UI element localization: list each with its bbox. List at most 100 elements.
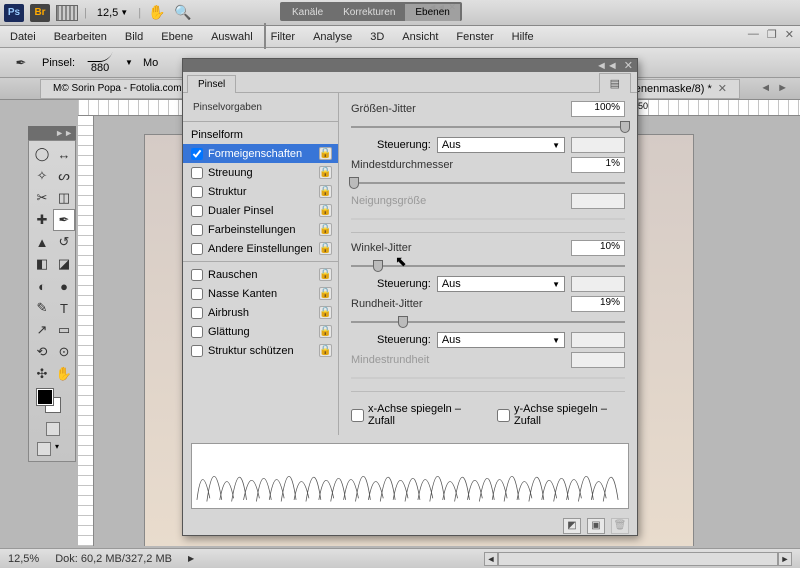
panel-collapse-icon[interactable]: ◄◄ ✕ [428,2,456,13]
round-jitter-value[interactable]: 19% [571,296,625,312]
menu-bearbeiten[interactable]: Bearbeiten [54,31,107,43]
lock-icon[interactable]: 🔒 [319,287,332,300]
color-swatches[interactable] [31,385,75,419]
opt-glaettung[interactable]: Glättung🔒 [183,322,338,341]
round-jitter-slider[interactable] [351,316,625,328]
angle-control-select[interactable]: Aus▼ [437,276,565,292]
type-tool-icon[interactable]: T [53,297,75,319]
opt-andere-einstellungen[interactable]: Andere Einstellungen🔒 [183,239,338,258]
zoom-combo[interactable]: 12,5 ▼ [93,7,132,19]
new-brush-icon[interactable]: ▣ [587,518,605,534]
close-icon[interactable]: ✕ [785,28,794,41]
dodge-tool-icon[interactable]: ◐ [31,275,53,297]
3d-cam-icon[interactable]: ⊙ [53,341,75,363]
toolbox-header[interactable]: ►► [28,126,76,140]
menu-analyse[interactable]: Analyse [313,31,352,43]
opt-rauschen[interactable]: Rauschen🔒 [183,265,338,284]
eraser-tool-icon[interactable]: ◪ [53,253,75,275]
eyedrop-icon[interactable]: ✣ [31,363,53,385]
ruler-vertical[interactable] [78,116,94,546]
opt-airbrush[interactable]: Airbrush🔒 [183,303,338,322]
min-diameter-value[interactable]: 1% [571,157,625,173]
lock-icon[interactable]: 🔒 [319,185,332,198]
lock-icon[interactable]: 🔒 [319,223,332,236]
document-tab-1[interactable]: M© Sorin Popa - Fotolia.com.j [40,79,200,99]
quick-mask[interactable] [31,419,75,439]
mirror-y-checkbox[interactable]: y-Achse spiegeln – Zufall [497,403,625,427]
bridge-icon[interactable]: Br [30,4,50,22]
doc-size-readout[interactable]: Dok: 60,2 MB/327,2 MB [55,553,172,565]
opt-nasse-kanten[interactable]: Nasse Kanten🔒 [183,284,338,303]
history-brush-icon[interactable]: ↺ [53,231,75,253]
photoshop-icon[interactable]: Ps [4,4,24,22]
wand-tool-icon[interactable]: ✧ [31,165,53,187]
brush-panel-header[interactable]: ◄◄ ✕ [183,59,637,72]
tab-next-icon[interactable]: ► [777,82,788,94]
close-icon[interactable]: ✕ [718,82,727,95]
lock-icon[interactable]: 🔒 [319,242,332,255]
3d-tool-icon[interactable]: ⟲ [31,341,53,363]
lock-icon[interactable]: 🔒 [319,166,332,179]
hand-tool-icon[interactable]: ✋ [147,3,167,23]
toggle-preview-icon[interactable]: ◩ [563,518,581,534]
tab-korrekturen[interactable]: Korrekturen [333,4,405,21]
opt-farbeinstellungen[interactable]: Farbeinstellungen🔒 [183,220,338,239]
menu-fenster[interactable]: Fenster [456,31,493,43]
brush-tool-icon[interactable]: ✒ [10,52,32,74]
h-scrollbar[interactable]: ◄► [484,552,792,566]
angle-jitter-slider[interactable] [351,260,625,272]
preset-label[interactable]: Pinselvorgaben [183,97,338,118]
stamp-tool-icon[interactable]: ▲ [31,231,53,253]
chevron-right-icon[interactable]: ▶ [188,554,194,563]
menu-datei[interactable]: Datei [10,31,36,43]
menu-auswahl[interactable]: Auswahl [211,31,253,43]
move-tool-icon[interactable]: ↔ [53,143,75,165]
slice-tool-icon[interactable]: ◫ [53,187,75,209]
brush-preset-picker[interactable]: 880 [85,50,115,76]
size-control-select[interactable]: Aus▼ [437,137,565,153]
mini-bridge-icon[interactable] [56,5,78,21]
tab-kanaele[interactable]: Kanäle [282,4,333,21]
zoom-readout[interactable]: 12,5% [8,553,39,565]
chevron-down-icon[interactable]: ▼ [125,58,133,67]
menu-3d[interactable]: 3D [370,31,384,43]
lock-icon[interactable]: 🔒 [319,306,332,319]
angle-jitter-value[interactable]: 10% [571,240,625,256]
lock-icon[interactable]: 🔒 [319,325,332,338]
crop-tool-icon[interactable]: ✂ [31,187,53,209]
opt-formeigenschaften[interactable]: Formeigenschaften🔒 [183,144,338,163]
size-jitter-slider[interactable] [351,121,625,133]
heal-tool-icon[interactable]: ✚ [31,209,53,231]
close-icon[interactable]: ✕ [624,59,633,72]
lasso-tool-icon[interactable]: ◯ [31,143,53,165]
mirror-x-checkbox[interactable]: x-Achse spiegeln – Zufall [351,403,479,427]
opt-struktur[interactable]: Struktur🔒 [183,182,338,201]
menu-hilfe[interactable]: Hilfe [512,31,534,43]
brush-tip-shape[interactable]: Pinselform [183,125,338,144]
maximize-icon[interactable]: ❐ [767,28,777,41]
panel-collapse-icon[interactable]: ◄◄ [596,60,618,72]
pen-tool-icon[interactable]: ✎ [31,297,53,319]
lock-icon[interactable]: 🔒 [319,147,332,160]
menu-bild[interactable]: Bild [125,31,143,43]
hand-icon[interactable]: ✋ [53,363,75,385]
lock-icon[interactable]: 🔒 [319,268,332,281]
lock-icon[interactable]: 🔒 [319,204,332,217]
menu-ansicht[interactable]: Ansicht [402,31,438,43]
round-control-select[interactable]: Aus▼ [437,332,565,348]
minimize-icon[interactable]: — [748,28,759,41]
brush-tool-icon[interactable]: ✒ [53,209,75,231]
panel-menu-icon[interactable]: ▤ [599,73,631,93]
menu-filter[interactable]: Filter [271,31,295,43]
screen-mode[interactable]: ▾ [31,439,75,459]
lock-icon[interactable]: 🔒 [319,344,332,357]
gradient-tool-icon[interactable]: ◧ [31,253,53,275]
opt-struktur-schuetzen[interactable]: Struktur schützen🔒 [183,341,338,360]
opt-streuung[interactable]: Streuung🔒 [183,163,338,182]
blur-tool-icon[interactable]: ● [53,275,75,297]
zoom-tool-icon[interactable]: 🔍 [173,3,193,23]
opt-dualer-pinsel[interactable]: Dualer Pinsel🔒 [183,201,338,220]
size-jitter-value[interactable]: 100% [571,101,625,117]
menu-ebene[interactable]: Ebene [161,31,193,43]
path-sel-icon[interactable]: ↗ [31,319,53,341]
